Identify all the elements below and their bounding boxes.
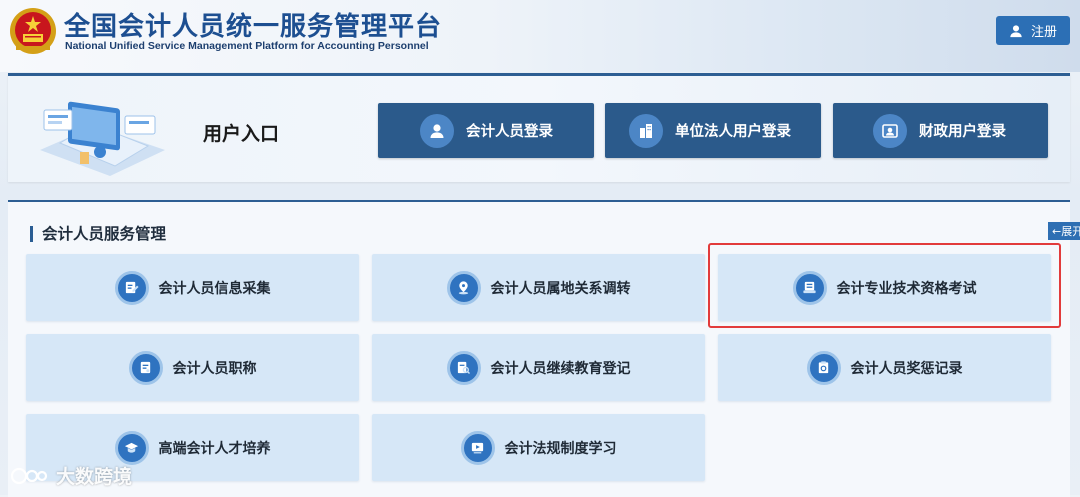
- tile-label: 会计法规制度学习: [504, 440, 617, 457]
- tile-qualification-exam[interactable]: 会计专业技术资格考试: [718, 254, 1051, 321]
- watermark-text: 大数跨境: [56, 466, 133, 488]
- tile-label: 会计人员奖惩记录: [850, 360, 963, 377]
- user-icon: [1010, 24, 1022, 37]
- tile-label: 会计专业技术资格考试: [836, 280, 977, 297]
- tile-territorial-transfer[interactable]: 会计人员属地关系调转: [372, 254, 705, 321]
- certificate-icon: [128, 350, 163, 385]
- exam-icon: [792, 270, 827, 305]
- section-title: 会计人员服务管理: [30, 226, 166, 242]
- tile-label: 会计人员属地关系调转: [490, 280, 631, 297]
- computer-illustration-icon: [40, 101, 165, 176]
- register-label: 注册: [1030, 25, 1057, 40]
- tile-regulation-study[interactable]: 会计法规制度学习: [372, 414, 705, 481]
- national-emblem-icon: [10, 8, 56, 54]
- tile-label: 会计人员继续教育登记: [490, 360, 631, 377]
- site-title: 全国会计人员统一服务管理平台: [64, 12, 443, 42]
- watermark-logo-icon: [10, 467, 48, 484]
- graduation-cap-icon: [114, 430, 149, 465]
- tile-continuing-education[interactable]: 会计人员继续教育登记: [372, 334, 705, 401]
- corporate-login-button[interactable]: 单位法人用户登录: [605, 103, 821, 158]
- expand-side-tab[interactable]: ←展开: [1048, 222, 1080, 240]
- site-subtitle: National Unified Service Management Plat…: [65, 40, 429, 52]
- page-header: 全国会计人员统一服务管理平台 National Unified Service …: [0, 0, 1080, 72]
- user-icon: [420, 113, 454, 148]
- search-doc-icon: [446, 350, 481, 385]
- finance-login-button[interactable]: 财政用户登录: [833, 103, 1048, 158]
- building-icon: [629, 113, 663, 148]
- video-icon: [460, 430, 495, 465]
- entry-title: 用户入口: [203, 123, 280, 145]
- tile-label: 会计人员职称: [172, 360, 257, 377]
- tile-label: 高端会计人才培养: [158, 440, 271, 457]
- id-card-icon: [873, 113, 907, 148]
- edit-doc-icon: [114, 270, 149, 305]
- accountant-login-label: 会计人员登录: [466, 124, 553, 140]
- location-icon: [446, 270, 481, 305]
- watermark: 大数跨境: [10, 462, 132, 489]
- tile-rewards-penalties[interactable]: 会计人员奖惩记录: [718, 334, 1051, 401]
- user-entry-panel: 用户入口 会计人员登录 单位法人用户登录 财政用户登录: [8, 73, 1070, 182]
- corporate-login-label: 单位法人用户登录: [675, 124, 791, 140]
- record-icon: [806, 350, 841, 385]
- accountant-login-button[interactable]: 会计人员登录: [378, 103, 594, 158]
- finance-login-label: 财政用户登录: [919, 124, 1006, 140]
- tile-label: 会计人员信息采集: [158, 280, 271, 297]
- tile-professional-title[interactable]: 会计人员职称: [26, 334, 359, 401]
- register-button[interactable]: 注册: [996, 16, 1070, 45]
- tile-info-collection[interactable]: 会计人员信息采集: [26, 254, 359, 321]
